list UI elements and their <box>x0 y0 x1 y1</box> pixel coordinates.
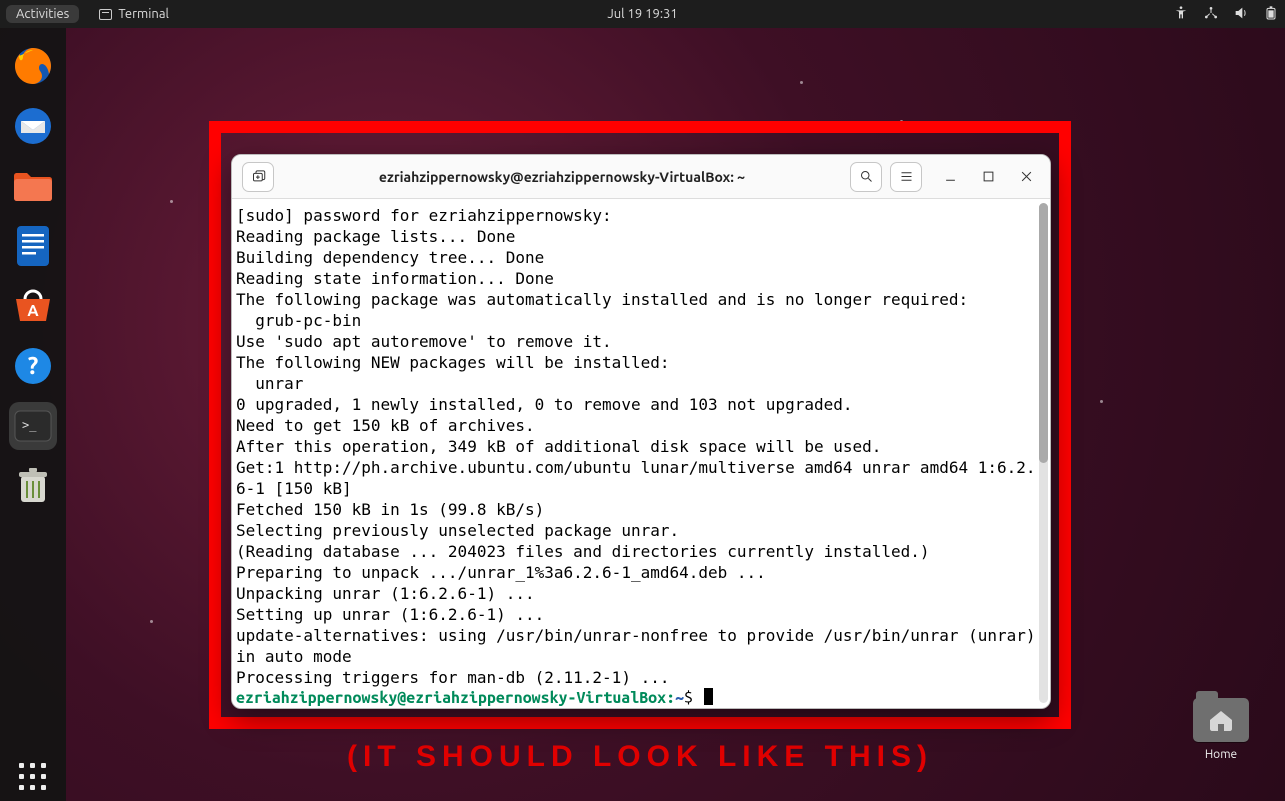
svg-text:>_: >_ <box>22 418 37 432</box>
wallpaper-star <box>800 81 803 84</box>
scrollbar[interactable] <box>1039 203 1048 703</box>
volume-icon[interactable] <box>1233 5 1249 24</box>
desktop-home-folder[interactable]: Home <box>1187 698 1255 761</box>
wallpaper-star <box>150 620 153 623</box>
battery-icon[interactable] <box>1263 5 1279 24</box>
cursor <box>704 688 713 705</box>
dock-app-writer[interactable] <box>9 222 57 270</box>
svg-text:?: ? <box>28 352 39 379</box>
clock[interactable]: Jul 19 19:31 <box>607 7 677 21</box>
terminal-window: ezriahzippernowsky@ezriahzippernowsky-Vi… <box>231 154 1051 709</box>
folder-icon <box>1193 698 1249 742</box>
network-icon[interactable] <box>1203 5 1219 24</box>
terminal-output: [sudo] password for ezriahzippernowsky: … <box>236 205 1044 688</box>
dock-app-terminal[interactable]: >_ <box>9 402 57 450</box>
terminal-prompt: ezriahzippernowsky@ezriahzippernowsky-Vi… <box>236 688 1044 708</box>
svg-text:A: A <box>27 302 39 320</box>
terminal-title: ezriahzippernowsky@ezriahzippernowsky-Vi… <box>282 169 842 185</box>
top-bar: Activities Terminal Jul 19 19:31 <box>0 0 1285 28</box>
dock-app-software[interactable]: A <box>9 282 57 330</box>
new-tab-button[interactable] <box>242 162 274 192</box>
close-button[interactable] <box>1012 163 1040 191</box>
dock-app-files[interactable] <box>9 162 57 210</box>
terminal-icon <box>99 9 112 20</box>
topbar-app-terminal[interactable]: Terminal <box>91 5 177 23</box>
search-button[interactable] <box>850 162 882 192</box>
dock-app-firefox[interactable] <box>9 42 57 90</box>
minimize-button[interactable] <box>936 163 964 191</box>
dock: A ? >_ <box>0 28 66 801</box>
hamburger-menu-button[interactable] <box>890 162 922 192</box>
wallpaper-star <box>170 200 173 203</box>
maximize-button[interactable] <box>974 163 1002 191</box>
dock-app-thunderbird[interactable] <box>9 102 57 150</box>
terminal-titlebar: ezriahzippernowsky@ezriahzippernowsky-Vi… <box>232 155 1050 199</box>
desktop-home-label: Home <box>1187 748 1255 761</box>
annotation-caption: (IT SHOULD LOOK LIKE THIS) <box>280 740 1000 774</box>
terminal-body[interactable]: [sudo] password for ezriahzippernowsky: … <box>232 199 1050 708</box>
show-applications-button[interactable] <box>9 753 57 801</box>
grid-icon <box>17 761 49 793</box>
dock-app-trash[interactable] <box>9 462 57 510</box>
scrollbar-thumb[interactable] <box>1039 203 1048 463</box>
topbar-app-label: Terminal <box>118 7 169 21</box>
wallpaper-star <box>1100 400 1103 403</box>
accessibility-icon[interactable] <box>1173 5 1189 24</box>
dock-app-help[interactable]: ? <box>9 342 57 390</box>
activities-button[interactable]: Activities <box>6 5 79 23</box>
